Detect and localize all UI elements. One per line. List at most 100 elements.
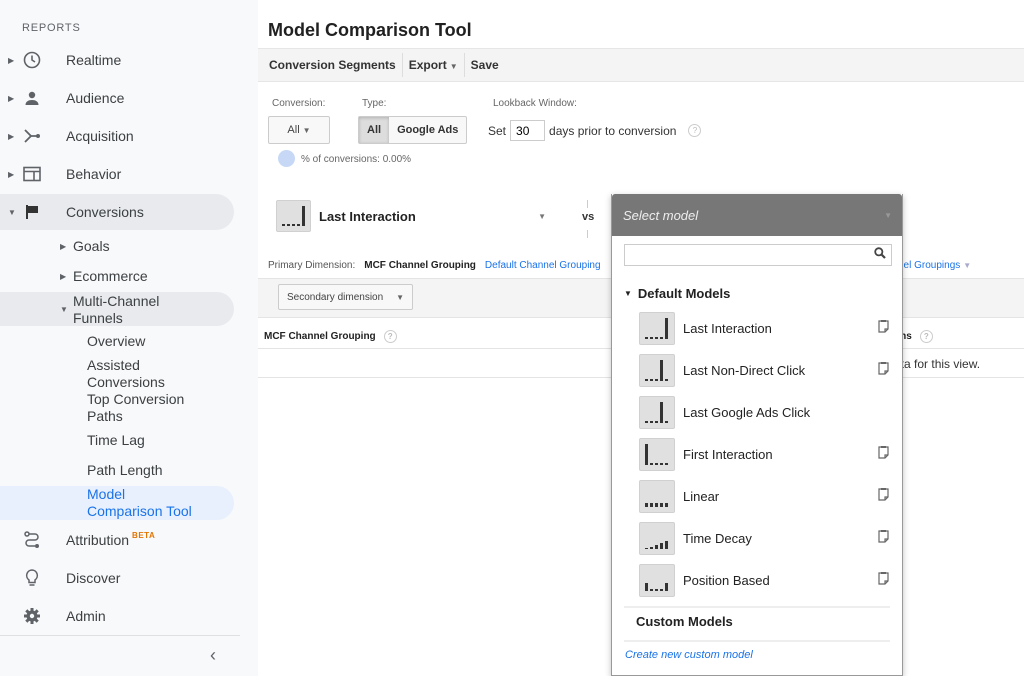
vs-divider [587, 230, 588, 238]
create-custom-model-link[interactable]: Create new custom model [625, 649, 753, 661]
model-bar [645, 443, 648, 465]
export-button[interactable]: Export ▼ [403, 53, 464, 77]
model-option-last-interaction[interactable]: Last Interaction [639, 311, 889, 345]
sidebar-item-ecommerce[interactable]: ▶ Ecommerce [60, 268, 148, 284]
default-channel-grouping-link[interactable]: Default Channel Grouping [485, 260, 601, 271]
position-based-icon [639, 563, 675, 597]
caret-down-icon: ▼ [8, 207, 16, 217]
caret-right-icon: ▶ [8, 131, 15, 141]
model-bar [645, 547, 648, 549]
copy-icon[interactable] [878, 361, 889, 375]
model-bar [655, 336, 658, 339]
model-bar [655, 420, 658, 423]
gear-icon [22, 606, 42, 626]
copy-icon[interactable] [878, 319, 889, 333]
copy-icon[interactable] [878, 445, 889, 459]
caret-down-icon: ▼ [396, 292, 405, 302]
model-bar [650, 336, 653, 339]
sidebar-item-assisted-conversions[interactable]: Assisted Conversions [87, 357, 177, 391]
model-bar [292, 224, 295, 226]
model-bar [665, 502, 668, 507]
model-b-selector[interactable]: Select model ▼ [612, 194, 902, 236]
copy-icon[interactable] [878, 487, 889, 501]
behavior-icon [22, 164, 42, 184]
vs-label: vs [582, 211, 595, 223]
sidebar-item-acquisition[interactable]: ▶ Acquisition [0, 118, 234, 154]
type-option-all[interactable]: All [359, 117, 390, 143]
sidebar-item-time-lag[interactable]: Time Lag [87, 432, 145, 449]
type-label: Type: [362, 98, 387, 109]
model-bar [660, 359, 663, 381]
model-bar [650, 378, 653, 381]
sidebar-item-goals[interactable]: ▶ Goals [60, 238, 110, 254]
conversion-segments-button[interactable]: Conversion Segments [258, 53, 402, 77]
help-icon[interactable]: ? [919, 330, 933, 343]
model-option-position-based[interactable]: Position Based [639, 563, 889, 597]
lookback-days-input[interactable] [510, 120, 546, 141]
caret-right-icon: ▶ [60, 241, 67, 251]
sidebar-item-top-conversion-paths[interactable]: Top Conversion Paths [87, 391, 197, 425]
last-interaction-icon [276, 200, 311, 232]
sidebar-item-admin[interactable]: Admin [0, 598, 234, 634]
caret-down-icon: ▼ [884, 210, 892, 220]
model-bar [287, 224, 290, 226]
sidebar-item-model-comparison-tool[interactable]: Model Comparison Tool [0, 486, 234, 520]
model-bar [665, 582, 668, 591]
help-icon[interactable]: ? [688, 124, 702, 137]
sidebar-item-conversions[interactable]: ▼ Conversions [0, 194, 234, 230]
model-bar [645, 582, 648, 591]
conversion-dropdown[interactable]: All ▼ [268, 116, 330, 144]
sidebar-item-overview[interactable]: Overview [87, 333, 145, 350]
caret-down-icon: ▼ [60, 305, 68, 314]
dropdown-divider [624, 606, 890, 608]
flag-icon [22, 202, 42, 222]
chevron-left-icon[interactable]: ‹ [210, 645, 216, 666]
time-decay-icon [639, 521, 675, 555]
lookback-label: Lookback Window: [493, 98, 577, 109]
copy-icon[interactable] [878, 571, 889, 585]
model-option-last-non-direct-click[interactable]: Last Non-Direct Click [639, 353, 889, 387]
model-search-input[interactable] [624, 244, 892, 266]
model-bar [650, 502, 653, 507]
caret-down-icon: ▼ [538, 211, 546, 221]
model-option-first-interaction[interactable]: First Interaction [639, 437, 889, 471]
default-models-group[interactable]: ▼ Default Models [624, 286, 730, 301]
help-icon[interactable]: ? [383, 330, 397, 343]
sidebar-item-attribution[interactable]: Attribution BETA [0, 522, 234, 558]
type-option-google-ads[interactable]: Google Ads [389, 117, 466, 143]
last-non-direct-click-icon [639, 353, 675, 387]
model-bar [660, 462, 663, 465]
beta-badge: BETA [132, 531, 156, 540]
model-bar [650, 462, 653, 465]
model-option-last-google-ads-click[interactable]: Last Google Ads Click [639, 395, 889, 429]
model-bar [655, 462, 658, 465]
linear-icon [639, 479, 675, 513]
model-bar [660, 588, 663, 591]
model-bar [660, 502, 663, 507]
last-interaction-icon [639, 311, 675, 345]
conversion-percent-dot [278, 150, 295, 167]
save-button[interactable]: Save [465, 53, 505, 77]
conversion-percent-text: % of conversions: 0.00% [301, 154, 412, 165]
model-bar [650, 546, 653, 549]
model-a-selector[interactable]: Last Interaction ▼ [276, 200, 556, 232]
copy-icon[interactable] [878, 529, 889, 543]
lookback-window: Set days prior to conversion ? [488, 120, 702, 141]
model-bar [655, 378, 658, 381]
sidebar-item-audience[interactable]: ▶ Audience [0, 80, 234, 116]
app: REPORTS ▶ Realtime ▶ Audience ▶ Acquisit… [0, 0, 1024, 676]
model-option-time-decay[interactable]: Time Decay [639, 521, 889, 555]
model-bar [665, 420, 668, 423]
secondary-dimension-dropdown[interactable]: Secondary dimension ▼ [278, 284, 414, 310]
vs-divider [587, 200, 588, 208]
sidebar-item-multi-channel-funnels[interactable]: ▼ Multi-Channel Funnels [0, 292, 234, 326]
model-option-linear[interactable]: Linear [639, 479, 889, 513]
other-channel-groupings-link[interactable]: nel Groupings ▼ [898, 260, 971, 271]
column-header-mcf-channel-grouping[interactable]: MCF Channel Grouping ? [264, 330, 397, 343]
sidebar-item-behavior[interactable]: ▶ Behavior [0, 156, 234, 192]
sidebar-item-discover[interactable]: Discover [0, 560, 234, 596]
sidebar-item-path-length[interactable]: Path Length [87, 462, 163, 479]
sidebar-item-realtime[interactable]: ▶ Realtime [0, 42, 234, 78]
caret-down-icon: ▼ [624, 289, 632, 298]
model-bar [645, 420, 648, 423]
